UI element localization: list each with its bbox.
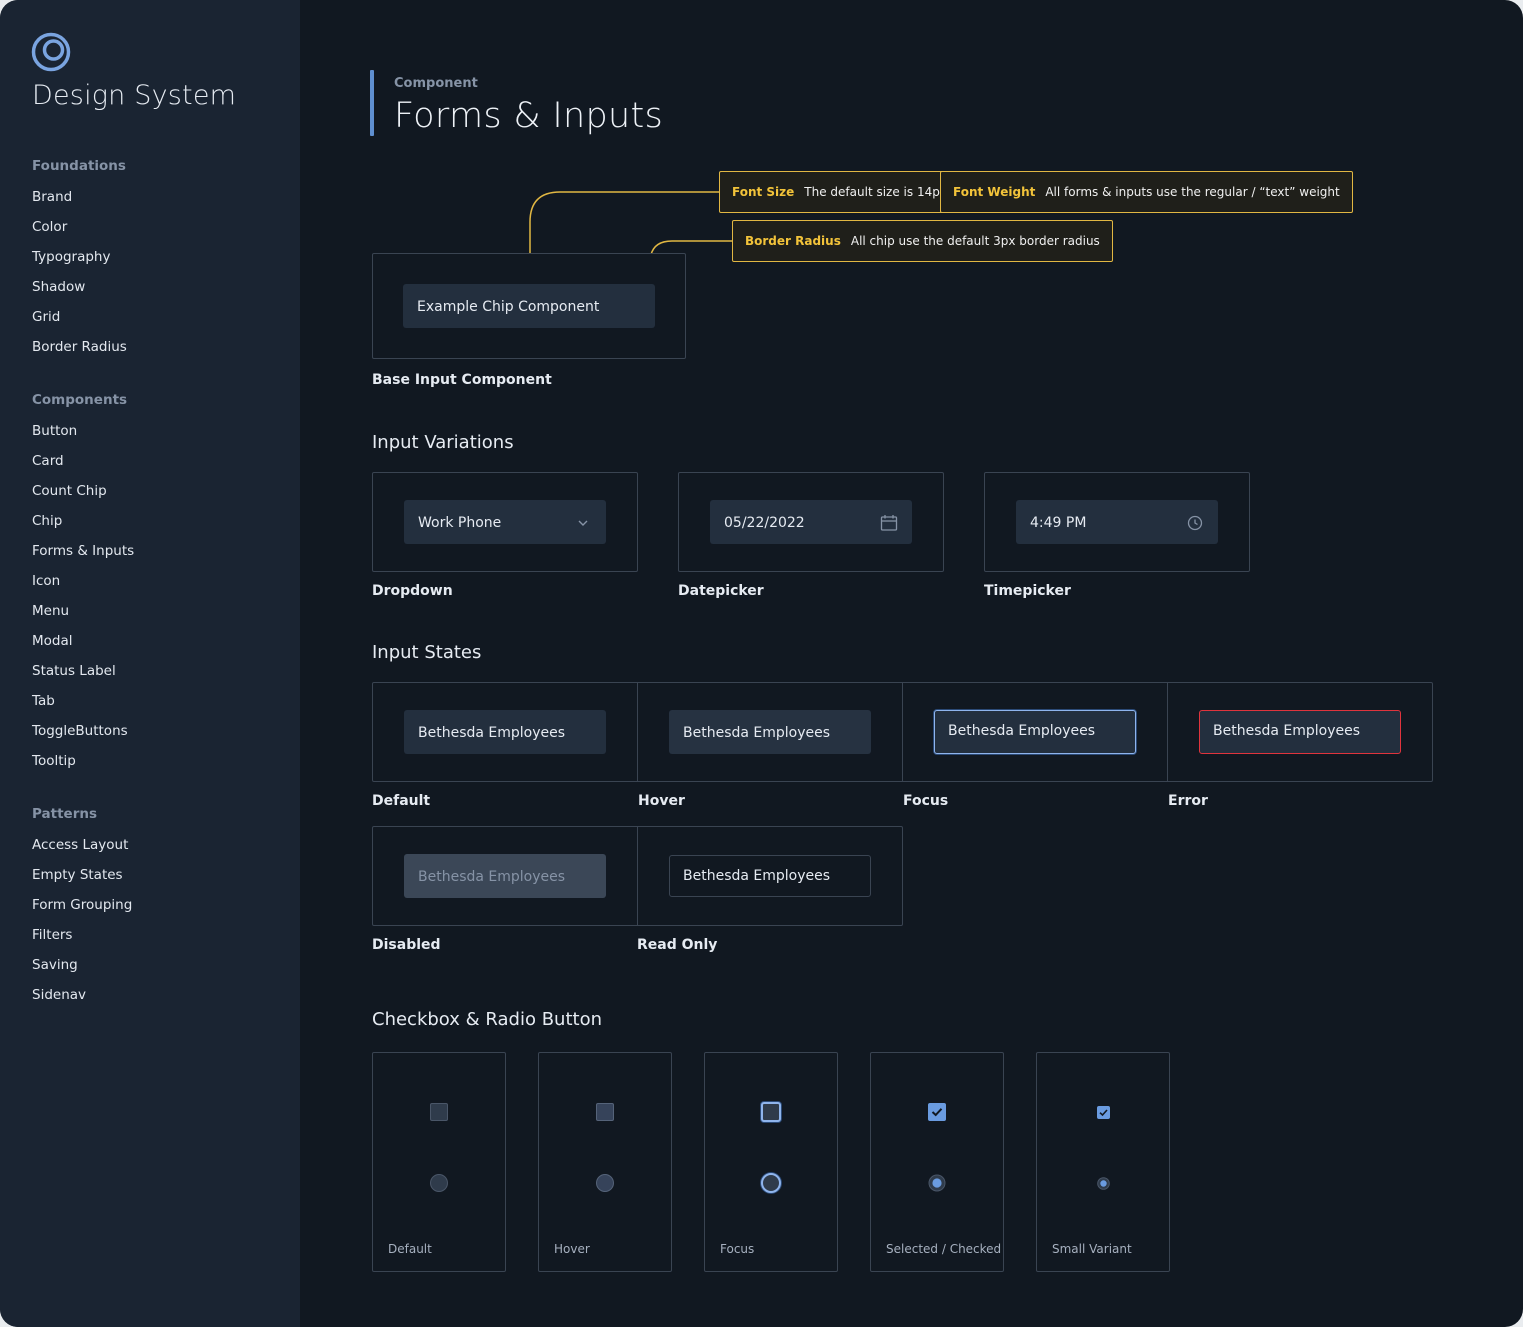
sidebar-item-button[interactable]: Button — [32, 422, 77, 440]
divider — [637, 827, 638, 925]
datepicker-input[interactable]: 05/22/2022 — [710, 500, 912, 544]
checkbox-caption-hover: Hover — [554, 1242, 590, 1256]
base-input-caption: Base Input Component — [372, 372, 552, 388]
sidebar-item-icon[interactable]: Icon — [32, 572, 60, 590]
checkbox-caption-selected: Selected / Checked — [886, 1242, 1002, 1256]
nav-group-components: Components — [32, 392, 128, 408]
divider — [902, 683, 903, 781]
checkbox-small-checked-icon[interactable] — [1097, 1106, 1110, 1119]
sidebar-item-card[interactable]: Card — [32, 452, 64, 470]
annotation-key: Border Radius — [745, 234, 841, 248]
calendar-icon[interactable] — [880, 514, 898, 532]
example-chip[interactable]: Example Chip Component — [403, 284, 655, 328]
timepicker-input[interactable]: 4:49 PM — [1016, 500, 1218, 544]
dropdown-caption: Dropdown — [372, 583, 453, 599]
datepicker-value: 05/22/2022 — [724, 515, 805, 531]
checkbox-default[interactable] — [430, 1103, 448, 1121]
sidebar-item-sidenav[interactable]: Sidenav — [32, 986, 86, 1004]
nav-group-foundations: Foundations — [32, 158, 126, 174]
input-disabled: Bethesda Employees — [404, 854, 606, 898]
annotation-font-weight: Font Weight All forms & inputs use the re… — [940, 171, 1353, 213]
sidebar-item-grid[interactable]: Grid — [32, 308, 60, 326]
sidebar-item-menu[interactable]: Menu — [32, 602, 69, 620]
sidebar-item-togglebuttons[interactable]: ToggleButtons — [32, 722, 128, 740]
state-caption-default: Default — [372, 793, 431, 809]
sidebar-item-border-radius[interactable]: Border Radius — [32, 338, 127, 356]
state-caption-focus: Focus — [903, 793, 949, 809]
checkbox-hover[interactable] — [596, 1103, 614, 1121]
sidebar-item-forms-inputs[interactable]: Forms & Inputs — [32, 542, 134, 560]
checkbox-caption-focus: Focus — [720, 1242, 755, 1256]
sidebar-item-count-chip[interactable]: Count Chip — [32, 482, 107, 500]
datepicker-caption: Datepicker — [678, 583, 764, 599]
sidebar-item-tooltip[interactable]: Tooltip — [32, 752, 76, 770]
annotation-key: Font Size — [732, 185, 795, 199]
sidebar-item-chip[interactable]: Chip — [32, 512, 62, 530]
checkbox-card-small: Small Variant — [1036, 1052, 1170, 1272]
section-title-checkbox: Checkbox & Radio Button — [372, 1009, 602, 1030]
header-accent-bar — [370, 70, 374, 136]
radio-hover[interactable] — [596, 1174, 614, 1192]
state-caption-disabled: Disabled — [372, 937, 441, 953]
checkbox-card-hover: Hover — [538, 1052, 672, 1272]
input-hover[interactable]: Bethesda Employees — [669, 710, 871, 754]
state-caption-error: Error — [1168, 793, 1208, 809]
radio-focus[interactable] — [761, 1173, 781, 1193]
brand-logo-icon — [31, 32, 71, 72]
sidebar-item-status-label[interactable]: Status Label — [32, 662, 116, 680]
sidebar-item-color[interactable]: Color — [32, 218, 67, 236]
brand-title: Design System — [32, 80, 237, 111]
chevron-down-icon — [578, 520, 588, 526]
sidebar-item-shadow[interactable]: Shadow — [32, 278, 85, 296]
checkbox-checked-icon[interactable] — [928, 1103, 946, 1121]
radio-small-checked-icon[interactable] — [1097, 1177, 1110, 1190]
sidebar-item-tab[interactable]: Tab — [32, 692, 55, 710]
annotation-text: The default size is 14px — [804, 185, 947, 199]
sidebar-item-form-grouping[interactable]: Form Grouping — [32, 896, 132, 914]
checkbox-focus[interactable] — [761, 1102, 781, 1122]
checkbox-card-default: Default — [372, 1052, 506, 1272]
sidebar-item-empty-states[interactable]: Empty States — [32, 866, 123, 884]
dropdown-select[interactable]: Work Phone — [404, 500, 606, 544]
checkbox-card-selected: Selected / Checked — [870, 1052, 1004, 1272]
divider — [637, 683, 638, 781]
timepicker-value: 4:49 PM — [1030, 515, 1087, 531]
divider — [1167, 683, 1168, 781]
page-eyebrow: Component — [394, 76, 478, 91]
sidebar-item-brand[interactable]: Brand — [32, 188, 72, 206]
checkbox-caption-default: Default — [388, 1242, 432, 1256]
input-default[interactable]: Bethesda Employees — [404, 710, 606, 754]
annotation-border-radius: Border Radius All chip use the default 3p… — [732, 220, 1113, 262]
sidebar: Design System Foundations Brand Color Ty… — [0, 0, 300, 1327]
sidebar-item-access-layout[interactable]: Access Layout — [32, 836, 128, 854]
radio-checked-icon[interactable] — [928, 1174, 946, 1192]
input-focus[interactable]: Bethesda Employees — [934, 710, 1136, 754]
state-caption-hover: Hover — [638, 793, 685, 809]
timepicker-caption: Timepicker — [984, 583, 1071, 599]
section-title-states: Input States — [372, 642, 482, 663]
sidebar-item-typography[interactable]: Typography — [32, 248, 110, 266]
clock-icon[interactable] — [1187, 515, 1203, 531]
state-caption-read-only: Read Only — [637, 937, 718, 953]
section-title-variations: Input Variations — [372, 432, 514, 453]
nav-group-patterns: Patterns — [32, 806, 98, 822]
sidebar-item-modal[interactable]: Modal — [32, 632, 73, 650]
dropdown-value: Work Phone — [418, 515, 502, 531]
annotation-key: Font Weight — [953, 185, 1036, 199]
input-error[interactable]: Bethesda Employees — [1199, 710, 1401, 754]
annotation-text: All chip use the default 3px border radi… — [850, 234, 1100, 248]
sidebar-item-saving[interactable]: Saving — [32, 956, 78, 974]
input-read-only: Bethesda Employees — [669, 855, 871, 897]
annotation-text: All forms & inputs use the regular / “te… — [1045, 185, 1340, 199]
main-content: Component Forms & Inputs Font Size The de… — [300, 0, 1523, 1327]
app-window: Design System Foundations Brand Color Ty… — [0, 0, 1523, 1327]
sidebar-item-filters[interactable]: Filters — [32, 926, 72, 944]
checkbox-card-focus: Focus — [704, 1052, 838, 1272]
radio-default[interactable] — [430, 1174, 448, 1192]
annotation-font-size: Font Size The default size is 14px — [719, 171, 960, 213]
checkbox-caption-small: Small Variant — [1052, 1242, 1132, 1256]
page-title: Forms & Inputs — [394, 96, 664, 136]
